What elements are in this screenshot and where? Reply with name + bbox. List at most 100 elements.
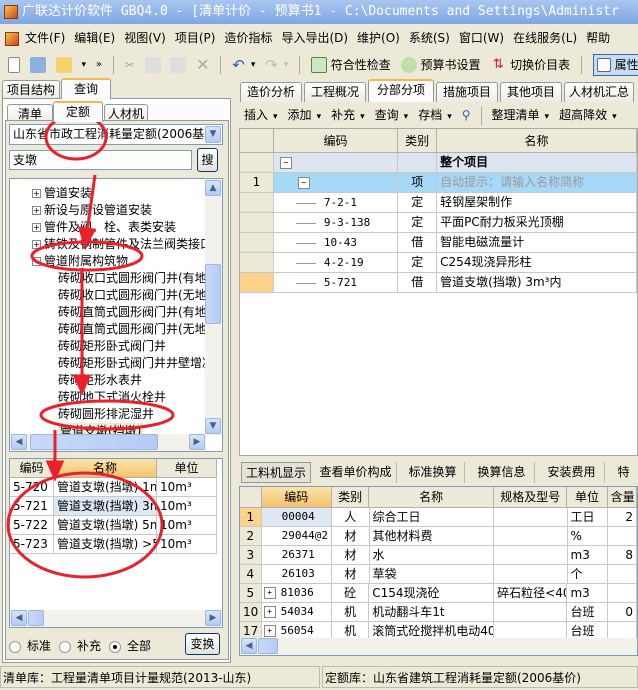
resource-horizontal-scrollbar[interactable]: ◀: [240, 638, 637, 655]
action-4[interactable]: 存档 ▾: [418, 108, 452, 122]
result-row[interactable]: 5-723管道支墩(挡墩) >5m³10m³: [10, 535, 222, 554]
action-5[interactable]: 整理清单 ▾: [492, 108, 550, 122]
tab-quota[interactable]: 定额: [53, 101, 103, 122]
tree-item[interactable]: 砖砌收口式圆形阀门井(无地下水): [58, 287, 222, 304]
column-header[interactable]: 类别: [398, 129, 438, 153]
resource-row[interactable]: 1 00004 人综合工日 工日 2: [240, 508, 637, 527]
radio-icon[interactable]: [59, 640, 72, 653]
tab-bottom-5[interactable]: 特: [609, 462, 638, 483]
tab-bottom-4[interactable]: 安装费用: [539, 462, 605, 483]
bill-name[interactable]: C254现浇异形柱: [437, 253, 637, 273]
scroll-left-icon[interactable]: ◀: [11, 610, 27, 626]
menu-item[interactable]: 维护(O): [357, 31, 400, 45]
column-header[interactable]: 含量: [607, 487, 637, 508]
switch-price-table-button[interactable]: ⇅ 切换价目表: [490, 53, 570, 77]
library-select[interactable]: 山东省市政工程消耗量定额(2006基价) ▼: [9, 124, 223, 145]
tree-item[interactable]: 砖砌直筒式圆形阀门井(有地下水): [58, 304, 222, 321]
bill-name[interactable]: 轻钢屋架制作: [437, 193, 637, 213]
paste-icon[interactable]: [170, 56, 187, 73]
tree-item[interactable]: + 铸铁及钢制管件及法兰阀类接口: [32, 236, 212, 253]
column-header[interactable]: 单位: [567, 487, 608, 508]
copy-icon[interactable]: [144, 56, 161, 73]
action-1[interactable]: 添加 ▾: [288, 108, 322, 122]
tree-item[interactable]: + 管件及阀、栓、表类安装: [32, 219, 176, 236]
app-menu-icon[interactable]: [5, 31, 19, 46]
column-header[interactable]: 类别: [331, 487, 370, 508]
tab-query[interactable]: 查询: [61, 78, 111, 99]
tab-bottom-3[interactable]: 换算信息: [469, 462, 535, 483]
expand-icon[interactable]: +: [32, 223, 41, 232]
resource-row[interactable]: 3 26371 材水 m3 8: [240, 546, 637, 565]
action-2[interactable]: 补充 ▾: [331, 108, 365, 122]
convert-button[interactable]: 变换: [185, 633, 220, 655]
scroll-up-icon[interactable]: ▲: [205, 180, 221, 196]
tab-bottom-1[interactable]: 查看单价构成: [315, 462, 397, 483]
filter-radio[interactable]: 标准: [9, 639, 51, 653]
menu-item[interactable]: 窗口(W): [459, 31, 504, 45]
tree-item[interactable]: 砖砌直筒式圆形阀门井(无地下水): [58, 321, 222, 338]
bill-name[interactable]: 自动提示：请输入名称简称: [437, 173, 637, 193]
bill-name[interactable]: 管道支墩(挡墩) 3m³内: [437, 273, 637, 293]
cut-icon[interactable]: ✂: [125, 53, 135, 77]
dropdown-arrow-icon[interactable]: ▾: [273, 112, 278, 122]
column-header[interactable]: 规格及型号: [494, 487, 568, 508]
expand-icon[interactable]: +: [263, 606, 276, 618]
bill-row[interactable]: 10-43 借智能电磁流量计: [240, 233, 637, 253]
scroll-right-icon[interactable]: ▶: [189, 434, 205, 450]
dropdown-arrow-icon[interactable]: ▾: [612, 112, 617, 122]
tree-item[interactable]: 砖砌收口式圆形阀门井(有地下水): [58, 270, 222, 287]
menu-item[interactable]: 文件(F): [25, 31, 65, 45]
tab-bottom-0[interactable]: 工料机显示: [241, 462, 311, 483]
action-6[interactable]: 超高降效 ▾: [559, 108, 617, 122]
resource-row[interactable]: 10 +54034 机机动翻斗车1t 台班 0: [240, 603, 637, 622]
more-tools-icon[interactable]: »: [96, 53, 102, 77]
column-header[interactable]: 名称: [437, 129, 637, 153]
tab-project-structure[interactable]: 项目结构: [2, 80, 60, 99]
tree-item[interactable]: 砖砌矩形卧式阀门井井壁增减: [58, 355, 214, 372]
tree-vertical-scrollbar[interactable]: ▲ ▼: [205, 179, 222, 435]
undo-dropdown-icon[interactable]: ▾: [251, 53, 256, 77]
scroll-thumb[interactable]: [258, 638, 278, 654]
tree-item[interactable]: - 管道附属构筑物: [32, 253, 128, 270]
delete-icon[interactable]: ✕: [196, 53, 209, 77]
open-dropdown-icon[interactable]: ▾: [81, 53, 86, 77]
result-row[interactable]: 5-720管道支墩(挡墩) 1m³内10m³: [10, 478, 222, 497]
column-header[interactable]: 编码: [261, 487, 332, 508]
tab-right-0[interactable]: 造价分析: [240, 82, 302, 102]
tree-item[interactable]: + 管道安装: [32, 185, 92, 202]
scroll-thumb[interactable]: [205, 264, 221, 324]
action-0[interactable]: 插入 ▾: [244, 108, 278, 122]
scroll-thumb[interactable]: [28, 610, 44, 626]
results-horizontal-scrollbar[interactable]: ◀ ▶: [10, 610, 222, 627]
column-header[interactable]: 编码: [273, 129, 399, 153]
result-row[interactable]: 5-721管道支墩(挡墩) 3m³内10m³: [10, 497, 222, 516]
dropdown-arrow-icon[interactable]: ▾: [317, 112, 322, 122]
result-row[interactable]: 5-722管道支墩(挡墩) 5m³内10m³: [10, 516, 222, 535]
collapse-icon[interactable]: -: [32, 257, 41, 266]
menu-item[interactable]: 帮助: [586, 31, 610, 45]
menu-item[interactable]: 在线服务(L): [513, 31, 577, 45]
radio-icon[interactable]: [9, 640, 21, 653]
column-header[interactable]: 编码: [10, 459, 54, 478]
scroll-down-icon[interactable]: ▼: [205, 418, 221, 434]
resource-row[interactable]: 5 +81036 砼 C154现浇砼 碎石粒径<40 m3: [240, 584, 637, 603]
resource-row[interactable]: 2 29044@2 材其他材料费%: [240, 527, 637, 546]
budget-settings-button[interactable]: 预算书设置: [400, 53, 480, 77]
menu-item[interactable]: 编辑(E): [74, 31, 115, 45]
menu-item[interactable]: 导入导出(D): [281, 31, 348, 45]
dropdown-arrow-icon[interactable]: ▾: [404, 112, 409, 122]
tab-bottom-2[interactable]: 标准换算: [401, 462, 465, 483]
expand-icon[interactable]: +: [263, 587, 276, 599]
open-folder-icon[interactable]: [55, 56, 72, 73]
column-header[interactable]: 名称: [369, 487, 495, 508]
redo-dropdown-icon[interactable]: ▾: [284, 53, 289, 77]
collapse-icon[interactable]: −: [297, 177, 310, 189]
expand-icon[interactable]: +: [32, 189, 41, 198]
menu-item[interactable]: 项目(P): [175, 31, 216, 45]
tab-right-3[interactable]: 措施项目: [436, 82, 498, 102]
property-window-button[interactable]: 属性窗口: [592, 53, 638, 76]
bill-name[interactable]: 整个项目: [437, 153, 637, 173]
chevron-down-icon[interactable]: ▼: [205, 126, 221, 143]
tab-right-1[interactable]: 工程概况: [304, 82, 366, 102]
expand-icon[interactable]: +: [32, 240, 41, 249]
